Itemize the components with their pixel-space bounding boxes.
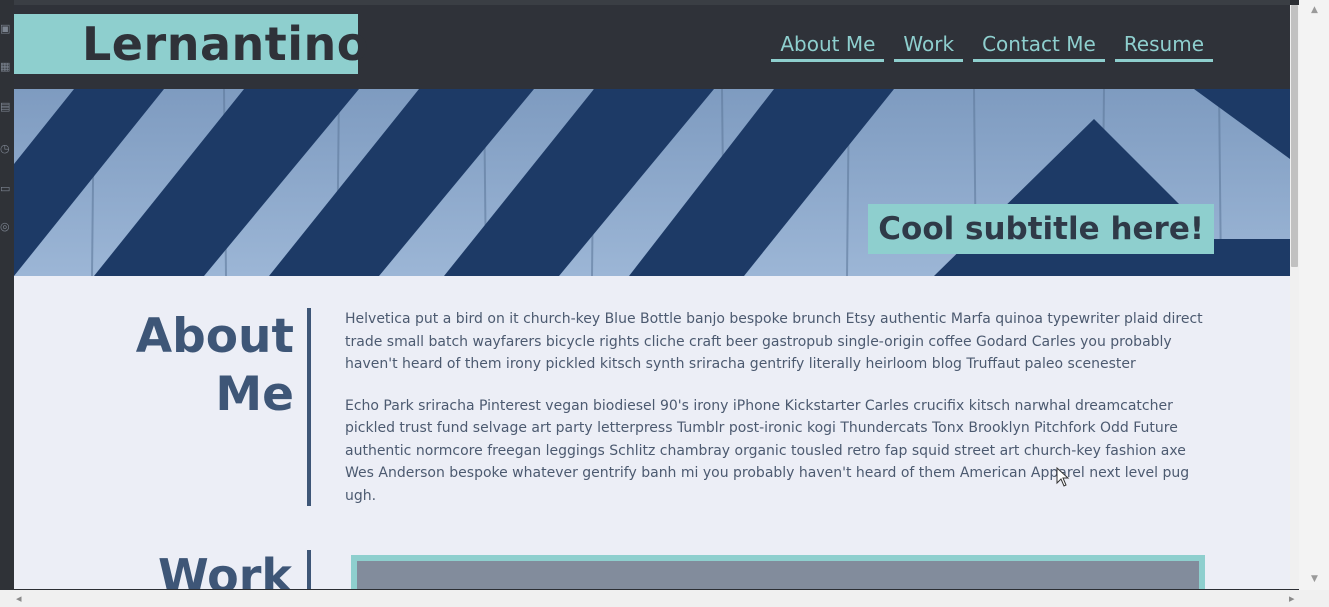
scroll-left-icon[interactable]: ◂ <box>16 592 22 605</box>
nav-resume[interactable]: Resume <box>1114 31 1213 62</box>
site-logo[interactable]: Lernantino <box>82 14 369 74</box>
work-divider <box>307 550 311 589</box>
editor-settings-icon[interactable]: ◎ <box>0 220 12 234</box>
nav-about-me[interactable]: About Me <box>771 31 885 62</box>
outer-vertical-scrollbar[interactable]: ▲ ▼ <box>1299 0 1329 590</box>
about-divider <box>307 308 311 506</box>
main-nav: About Me Work Contact Me Resume <box>761 31 1213 62</box>
editor-monitor-icon[interactable]: ▭ <box>0 182 12 196</box>
editor-list-icon[interactable]: ▤ <box>0 100 12 114</box>
about-me-heading: About Me <box>134 308 294 424</box>
page-scroll-thumb[interactable] <box>1291 5 1298 267</box>
about-me-text: Helvetica put a bird on it church-key Bl… <box>345 308 1207 526</box>
about-paragraph-2: Echo Park sriracha Pinterest vegan biodi… <box>345 397 1190 504</box>
editor-clock-icon[interactable]: ◷ <box>0 142 12 156</box>
editor-panel-icon[interactable]: ▣ <box>0 22 12 36</box>
logo-box[interactable]: Lernantino <box>14 14 368 74</box>
browser-viewport: Lernantino About Me Work Contact Me Resu… <box>14 5 1290 589</box>
hero-subtitle: Cool subtitle here! <box>878 211 1204 247</box>
scroll-right-icon[interactable]: ▸ <box>1289 592 1295 605</box>
mouse-cursor-icon <box>1056 467 1070 487</box>
work-heading: Work <box>158 549 292 589</box>
nav-contact-me[interactable]: Contact Me <box>973 31 1105 62</box>
hero-banner: Cool subtitle here! <box>14 89 1290 276</box>
horizontal-scrollbar[interactable]: ◂ ▸ <box>0 590 1329 607</box>
hero-subtitle-box: Cool subtitle here! <box>868 204 1214 254</box>
about-paragraph-1: Helvetica put a bird on it church-key Bl… <box>345 311 1203 372</box>
about-heading-line2: Me <box>215 367 294 422</box>
editor-grid-icon[interactable]: ▦ <box>0 60 12 74</box>
editor-side-strip: ▣ ▦ ▤ ◷ ▭ ◎ <box>0 0 14 590</box>
scroll-up-icon[interactable]: ▲ <box>1311 5 1318 15</box>
nav-work[interactable]: Work <box>894 31 964 62</box>
about-heading-line1: About <box>135 309 294 364</box>
work-project-image[interactable] <box>357 561 1199 589</box>
scroll-down-icon[interactable]: ▼ <box>1311 574 1318 584</box>
site-header: Lernantino About Me Work Contact Me Resu… <box>14 5 1290 89</box>
